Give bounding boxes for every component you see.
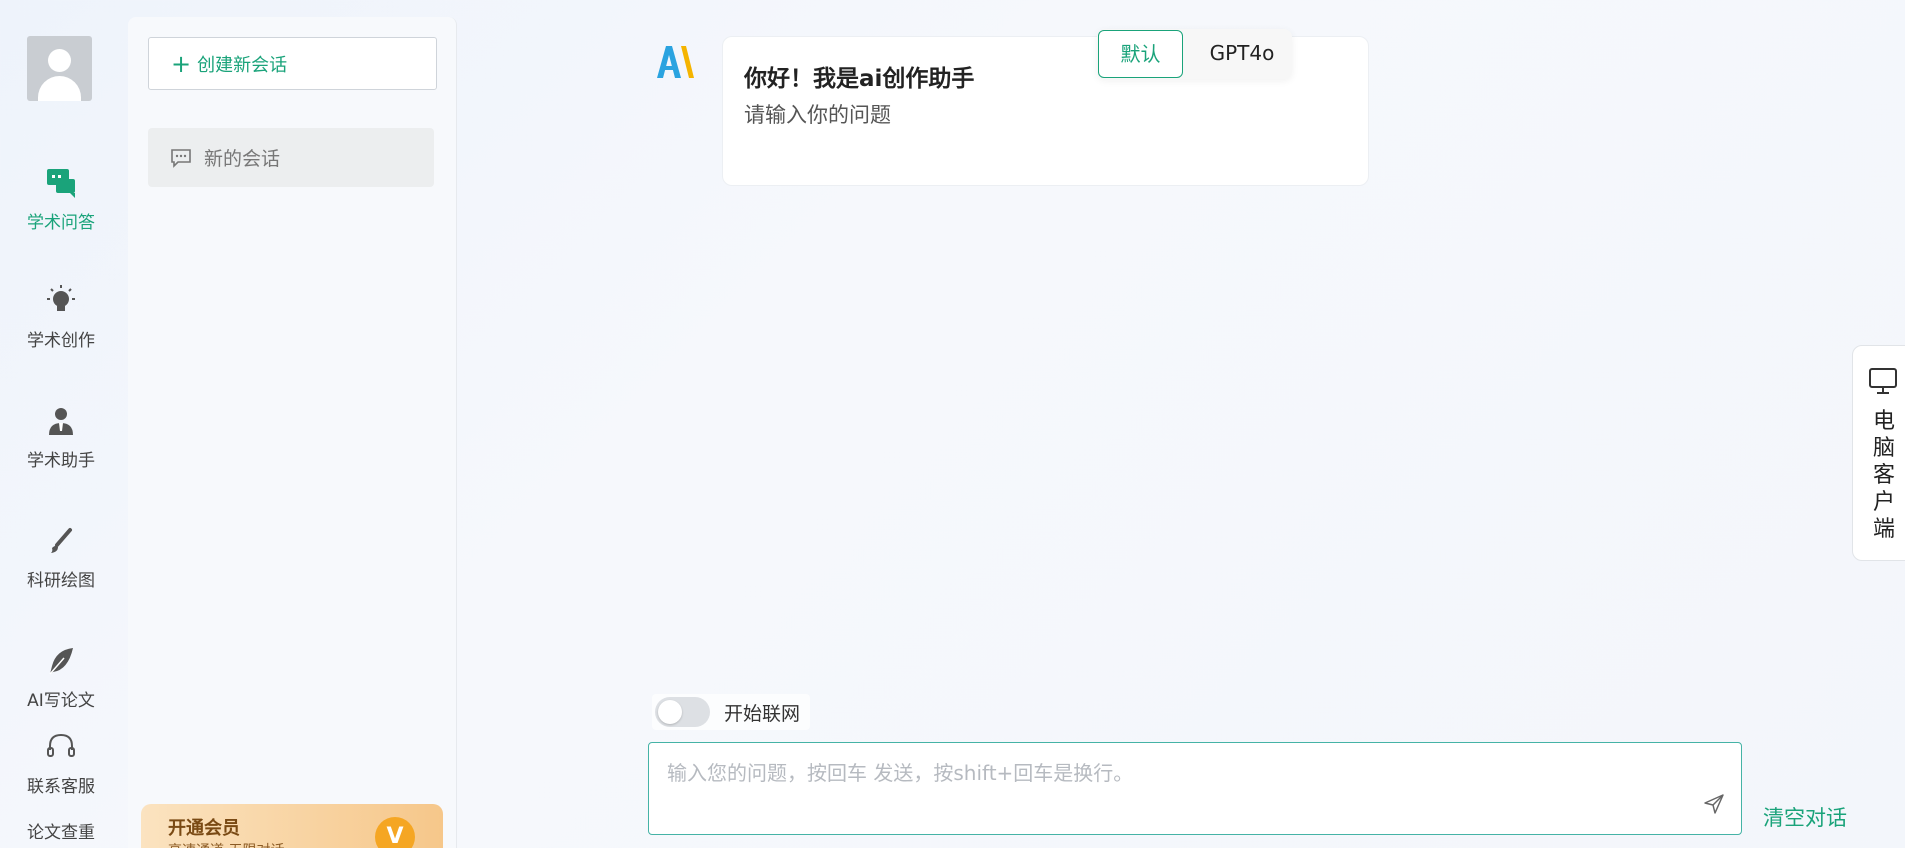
plus-icon: + (171, 49, 192, 78)
chat-input[interactable] (667, 757, 1647, 817)
nav-label: 论文查重 (27, 823, 95, 843)
send-icon[interactable] (1701, 791, 1727, 817)
vip-banner[interactable]: 开通会员 高速通道 无限对话 V (141, 804, 443, 848)
model-option-gpt4o[interactable]: GPT4o (1197, 30, 1287, 78)
nav-label: 科研绘图 (27, 571, 95, 591)
assistant-person-icon (49, 408, 73, 435)
vip-subtitle: 高速通道 无限对话 (168, 840, 284, 848)
toggle-knob (658, 700, 682, 724)
desktop-client-tab[interactable]: 电脑客户端 (1852, 345, 1905, 561)
avatar-head (48, 49, 71, 72)
nav-item-ai-write-paper[interactable]: AI写论文 (0, 644, 122, 711)
nav-label: 联系客服 (27, 777, 95, 797)
nav-item-academic-assistant[interactable]: 学术助手 (0, 404, 122, 471)
greeting-title: 你好！我是ai创作助手 (744, 66, 975, 92)
avatar-body (38, 76, 81, 101)
desktop-client-label: 电脑客户端 (1873, 409, 1896, 542)
web-search-toggle-row: 开始联网 (652, 694, 811, 730)
brush-icon (51, 528, 72, 553)
model-option-default[interactable]: 默认 (1098, 30, 1183, 78)
nav-label: 学术助手 (27, 451, 95, 471)
chat-input-box (648, 742, 1742, 835)
nav-item-research-drawing[interactable]: 科研绘图 (0, 524, 122, 591)
session-label: 新的会话 (204, 148, 281, 170)
headset-icon (47, 733, 75, 757)
greeting-subtitle: 请输入你的问题 (744, 103, 891, 127)
model-switch: 默认 GPT4o (1097, 29, 1292, 79)
nav-item-academic-qa[interactable]: 学术问答 (0, 166, 122, 233)
nav-item-academic-creation[interactable]: 学术创作 (0, 284, 122, 351)
chat-bubbles-icon (47, 169, 75, 198)
nav-item-contact-support[interactable]: 联系客服 (0, 730, 122, 797)
session-list-item[interactable]: 新的会话 (148, 128, 434, 187)
feather-icon (49, 648, 73, 675)
create-session-label: 创建新会话 (197, 54, 288, 76)
nav-label: 学术创作 (27, 331, 95, 351)
monitor-icon (1869, 368, 1897, 394)
left-nav: 学术问答 学术创作 学术助手 科研绘图 AI写论文 联系客服 论文查重 (0, 0, 122, 848)
clear-chat-button[interactable]: 清空对话 (1763, 802, 1847, 832)
vip-badge: V (375, 817, 415, 848)
web-search-toggle[interactable] (655, 697, 710, 727)
nav-label: AI写论文 (27, 691, 95, 711)
avatar[interactable] (27, 36, 92, 101)
ai-logo-icon (657, 46, 694, 78)
message-icon (171, 148, 191, 168)
lightbulb-icon (47, 285, 75, 311)
nav-label: 学术问答 (27, 213, 95, 233)
create-session-button[interactable]: + 创建新会话 (148, 37, 437, 90)
web-search-label: 开始联网 (724, 702, 801, 725)
nav-item-plagiarism-check[interactable]: 论文查重 (0, 818, 122, 843)
vip-title: 开通会员 (168, 818, 240, 839)
